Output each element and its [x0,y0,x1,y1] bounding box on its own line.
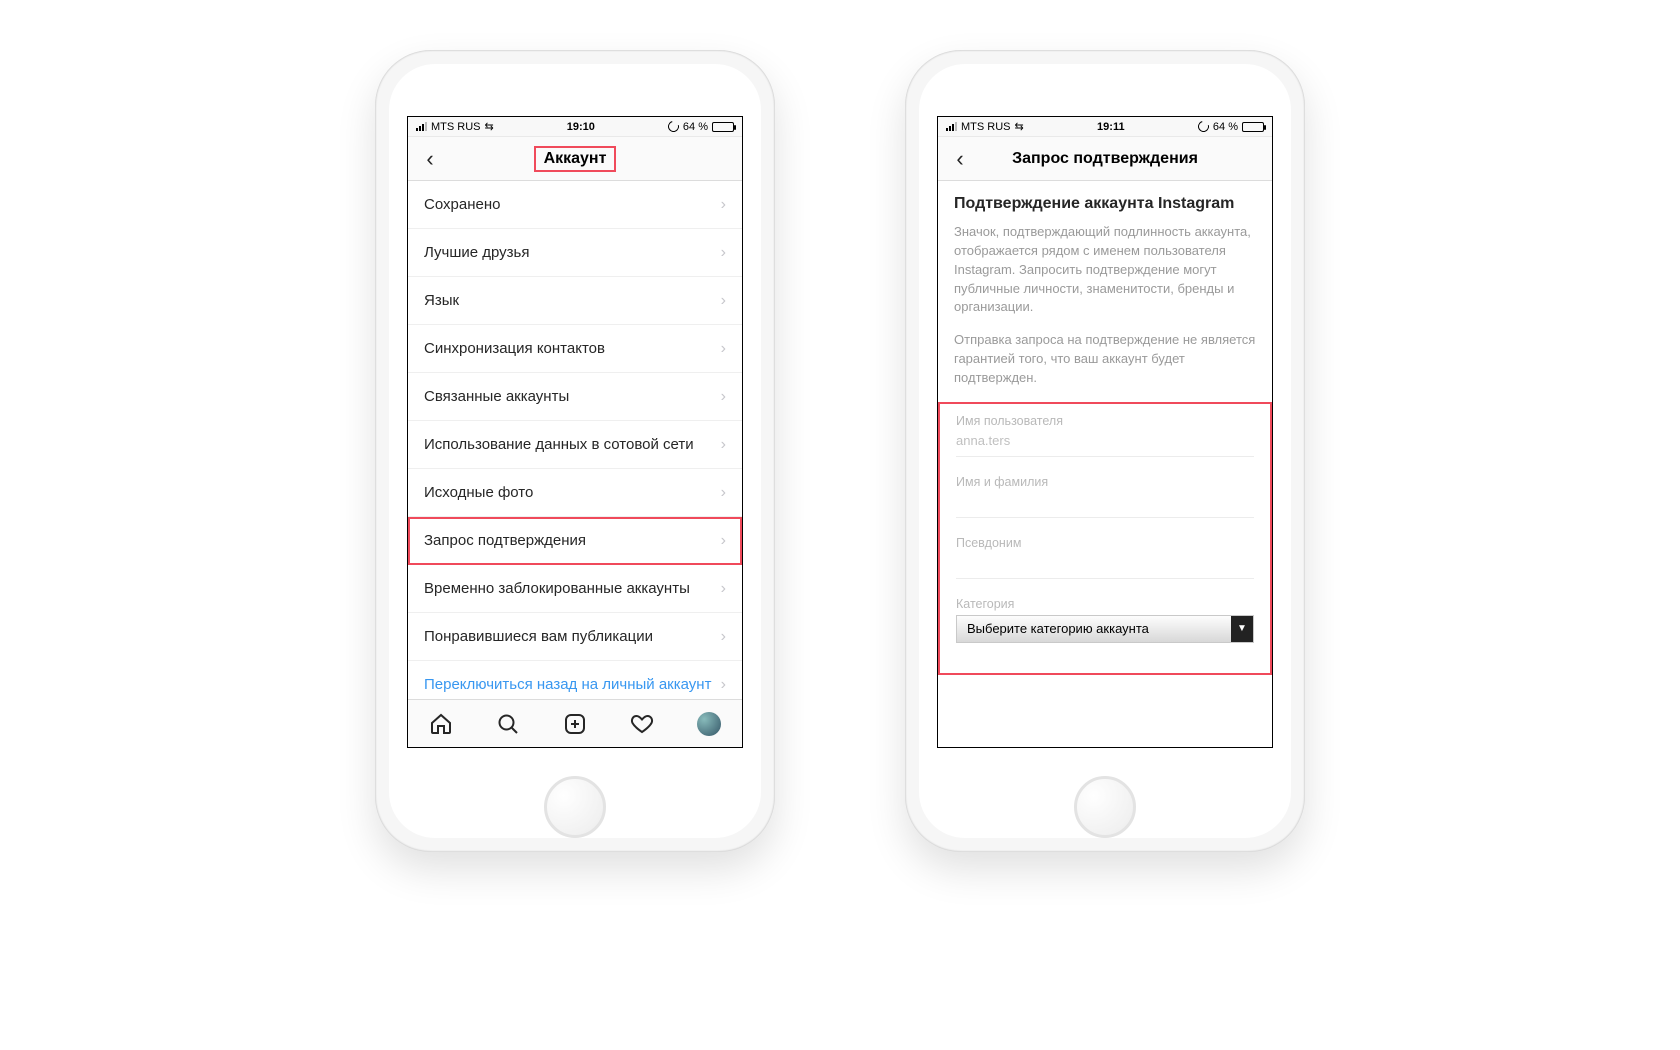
nav-header: ‹ Запрос подтверждения [938,137,1272,181]
settings-row-label: Связанные аккаунты [424,388,569,405]
content-area: Подтверждение аккаунта Instagram Значок,… [938,181,1272,747]
settings-row-7[interactable]: Запрос подтверждения › [408,517,742,565]
search-icon[interactable] [495,711,521,737]
phone-left: MTS RUS ⇆ 19:10 64 % ‹ Аккаунт Сохранено… [375,50,775,852]
category-select-text: Выберите категорию аккаунта [967,621,1149,636]
settings-list[interactable]: Сохранено›Лучшие друзья›Язык›Синхронизац… [408,181,742,699]
page-title: Запрос подтверждения [938,150,1272,168]
chevron-right-icon: › [721,196,726,214]
sync-icon [666,119,681,134]
status-bar: MTS RUS ⇆ 19:11 64 % [938,117,1272,137]
signal-icon [416,122,427,131]
chevron-right-icon: › [721,580,726,598]
username-field: Имя пользователя anna.ters [956,414,1254,457]
battery-icon [1242,122,1264,132]
home-button[interactable] [1074,776,1136,838]
settings-row-1[interactable]: Лучшие друзья › [408,229,742,277]
screen-left: MTS RUS ⇆ 19:10 64 % ‹ Аккаунт Сохранено… [407,116,743,748]
username-label: Имя пользователя [956,414,1254,428]
battery-icon [712,122,734,132]
nav-header: ‹ Аккаунт [408,137,742,181]
signal-icon [946,122,957,131]
home-button[interactable] [544,776,606,838]
chevron-right-icon: › [721,676,726,694]
settings-row-3[interactable]: Синхронизация контактов › [408,325,742,373]
wifi-icon: ⇆ [1015,120,1024,133]
page-title-text: Запрос подтверждения [1012,150,1198,167]
status-bar: MTS RUS ⇆ 19:10 64 % [408,117,742,137]
heart-icon[interactable] [629,711,655,737]
screen-right: MTS RUS ⇆ 19:11 64 % ‹ Запрос подтвержде… [937,116,1273,748]
clock-label: 19:10 [567,121,595,133]
battery-pct: 64 % [1213,121,1238,133]
category-label: Категория [956,597,1254,611]
category-field: Категория Выберите категорию аккаунта ▼ [956,597,1254,649]
alias-field[interactable]: Псевдоним [956,536,1254,579]
add-icon[interactable] [562,711,588,737]
settings-row-2[interactable]: Язык › [408,277,742,325]
page-title: Аккаунт [408,146,742,172]
chevron-right-icon: › [721,244,726,262]
home-icon[interactable] [428,711,454,737]
chevron-right-icon: › [721,484,726,502]
settings-row-label: Исходные фото [424,484,533,501]
settings-row-label: Запрос подтверждения [424,532,586,549]
settings-row-5[interactable]: Использование данных в сотовой сети › [408,421,742,469]
profile-avatar[interactable] [696,711,722,737]
fullname-label: Имя и фамилия [956,475,1254,489]
alias-label: Псевдоним [956,536,1254,550]
settings-row-label: Язык [424,292,459,309]
clock-label: 19:11 [1097,121,1125,133]
settings-row-6[interactable]: Исходные фото › [408,469,742,517]
settings-row-label: Временно заблокированные аккаунты [424,580,690,597]
chevron-down-icon: ▼ [1231,616,1253,642]
wifi-icon: ⇆ [485,120,494,133]
back-button[interactable]: ‹ [938,146,982,172]
chevron-right-icon: › [721,628,726,646]
chevron-right-icon: › [721,388,726,406]
category-select[interactable]: Выберите категорию аккаунта ▼ [956,615,1254,643]
settings-row-label: Понравившиеся вам публикации [424,628,653,645]
settings-row-label: Лучшие друзья [424,244,530,261]
alias-input[interactable] [956,555,1254,570]
username-value: anna.ters [956,433,1010,448]
settings-row-4[interactable]: Связанные аккаунты › [408,373,742,421]
settings-row-label: Синхронизация контактов [424,340,605,357]
chevron-right-icon: › [721,436,726,454]
phone-right: MTS RUS ⇆ 19:11 64 % ‹ Запрос подтвержде… [905,50,1305,852]
settings-row-label: Сохранено [424,196,500,213]
verification-para-1: Значок, подтверждающий подлинность аккау… [954,223,1256,317]
settings-row-9[interactable]: Понравившиеся вам публикации › [408,613,742,661]
tab-bar [408,699,742,747]
settings-row-8[interactable]: Временно заблокированные аккаунты › [408,565,742,613]
verification-heading: Подтверждение аккаунта Instagram [954,195,1256,213]
sync-icon [1196,119,1211,134]
settings-row-label: Переключиться назад на личный аккаунт [424,676,711,693]
verification-para-2: Отправка запроса на подтверждение не явл… [954,331,1256,388]
back-button[interactable]: ‹ [408,146,452,172]
chevron-right-icon: › [721,292,726,310]
battery-pct: 64 % [683,121,708,133]
fullname-field[interactable]: Имя и фамилия [956,475,1254,518]
carrier-label: MTS RUS [431,121,481,133]
verification-form: Имя пользователя anna.ters Имя и фамилия… [938,402,1272,675]
chevron-right-icon: › [721,532,726,550]
fullname-input[interactable] [956,494,1254,509]
page-title-text: Аккаунт [534,146,617,172]
settings-row-label: Использование данных в сотовой сети [424,436,694,453]
chevron-right-icon: › [721,340,726,358]
settings-row-0[interactable]: Сохранено › [408,181,742,229]
settings-row-10[interactable]: Переключиться назад на личный аккаунт › [408,661,742,699]
carrier-label: MTS RUS [961,121,1011,133]
